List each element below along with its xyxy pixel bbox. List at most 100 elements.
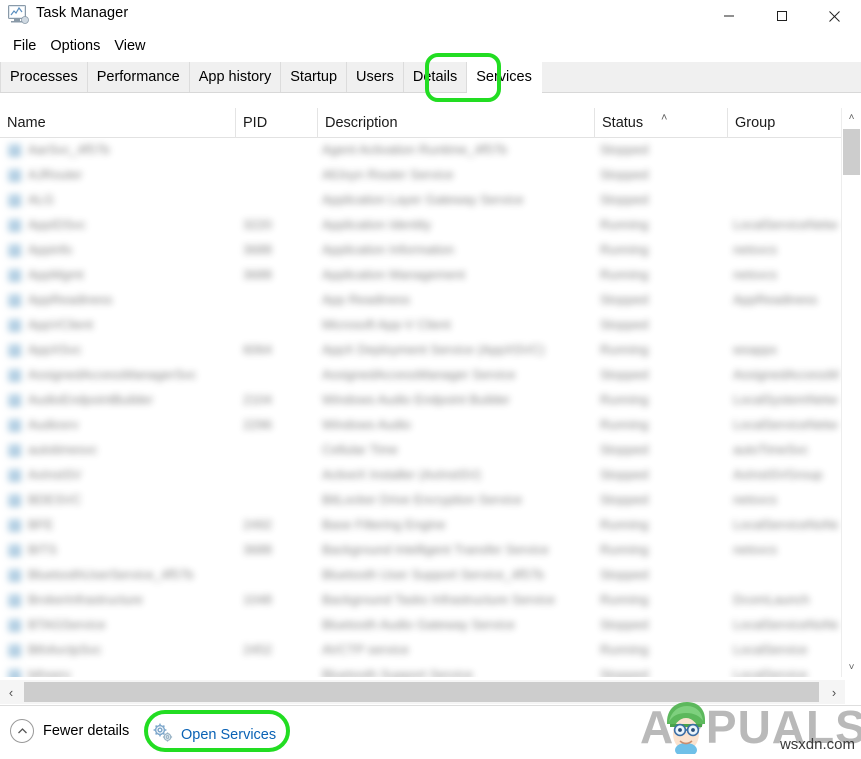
table-row[interactable]: Appinfo 3688 Application Information Runnin… xyxy=(0,238,841,263)
table-row[interactable]: AssignedAccessManagerSvc AssignedAccessMa… xyxy=(0,363,841,388)
cell-pid: 3688 xyxy=(243,267,272,282)
cell-description: Windows Audio Endpoint Builder xyxy=(322,392,510,407)
table-row[interactable]: BFE 2492 Base Filtering Engine Running Local… xyxy=(0,513,841,538)
minimize-button[interactable] xyxy=(702,0,755,32)
cell-description: Microsoft App-V Client xyxy=(322,317,451,332)
cell-name: BTAGService xyxy=(28,617,106,632)
tab-users[interactable]: Users xyxy=(347,62,404,92)
cell-status: Stopped xyxy=(600,167,649,182)
cell-group: AssignedAccessManagerSvc xyxy=(733,367,838,382)
cell-status: Stopped xyxy=(600,292,649,307)
cell-description: Bluetooth Audio Gateway Service xyxy=(322,617,515,632)
services-list[interactable]: AarSvc_4f57b Agent Activation Runtime_4f5… xyxy=(0,138,841,677)
service-icon xyxy=(8,194,21,207)
gears-icon xyxy=(152,722,174,748)
cell-name: Appinfo xyxy=(28,242,73,257)
cell-pid: 6064 xyxy=(243,342,272,357)
cell-pid: 2492 xyxy=(243,517,272,532)
column-header-pid[interactable]: PID xyxy=(236,108,318,138)
table-row[interactable]: BITS 3688 Background Intelligent Transfer … xyxy=(0,538,841,563)
table-row[interactable]: AarSvc_4f57b Agent Activation Runtime_4f5… xyxy=(0,138,841,163)
status-bar: Fewer details Open Services xyxy=(0,705,861,755)
table-row[interactable]: AppMgmt 3688 Application Management Running… xyxy=(0,263,841,288)
scroll-up-arrow-icon[interactable]: ˄ xyxy=(842,108,861,127)
cell-description: AVCTP service xyxy=(322,642,409,657)
cell-description: AllJoyn Router Service xyxy=(322,167,454,182)
tab-details[interactable]: Details xyxy=(403,62,468,92)
open-services-label: Open Services xyxy=(181,727,277,743)
table-row[interactable]: autotimesvc Cellular Time Stopped autoTimeS… xyxy=(0,438,841,463)
table-row[interactable]: AudioEndpointBuilder 2104 Windows Audio En… xyxy=(0,388,841,413)
tab-startup[interactable]: Startup xyxy=(281,62,348,92)
column-header-group-label: Group xyxy=(735,115,776,131)
table-row[interactable]: BluetoothUserService_4f57b Bluetooth User… xyxy=(0,563,841,588)
cell-name: BDESVC xyxy=(28,492,82,507)
table-row[interactable]: BrokerInfrastructure 1048 Background Tasks… xyxy=(0,588,841,613)
cell-name: AarSvc_4f57b xyxy=(28,142,110,157)
cell-pid: 1048 xyxy=(243,592,272,607)
table-row[interactable]: AppXSvc 6064 AppX Deployment Service (AppX… xyxy=(0,338,841,363)
maximize-button[interactable] xyxy=(755,0,808,32)
tab-strip: Processes Performance App history Startu… xyxy=(0,62,861,93)
service-icon xyxy=(8,294,21,307)
cell-name: BITS xyxy=(28,542,57,557)
cell-status: Stopped xyxy=(600,367,649,382)
cell-description: App Readiness xyxy=(322,292,411,307)
table-row[interactable]: BthAvctpSvc 2452 AVCTP service Running Local… xyxy=(0,638,841,663)
table-row[interactable]: AppVClient Microsoft App-V Client Stopped xyxy=(0,313,841,338)
cell-group: DcomLaunch xyxy=(733,592,810,607)
tab-performance[interactable]: Performance xyxy=(87,62,190,92)
column-header-description[interactable]: Description xyxy=(318,108,595,138)
cell-description: Windows Audio xyxy=(322,417,411,432)
window-title: Task Manager xyxy=(36,5,129,21)
cell-name: AxInstSV xyxy=(28,467,82,482)
open-services-link[interactable]: Open Services xyxy=(152,722,276,748)
scroll-left-arrow-icon[interactable]: ‹ xyxy=(0,680,22,704)
table-row[interactable]: bthserv Bluetooth Support Service Stopped L… xyxy=(0,663,841,677)
table-row[interactable]: Audiosrv 2296 Windows Audio Running LocalSer… xyxy=(0,413,841,438)
service-icon xyxy=(8,344,21,357)
cell-pid: 2296 xyxy=(243,417,272,432)
fewer-details-button[interactable]: Fewer details xyxy=(10,719,129,743)
cell-group: LocalServiceNetworkRestricted xyxy=(733,217,838,232)
vertical-scrollbar[interactable]: ˄ ˅ xyxy=(841,108,861,677)
tab-processes[interactable]: Processes xyxy=(0,62,88,92)
cell-description: Application Layer Gateway Service xyxy=(322,192,524,207)
menu-item-options[interactable]: Options xyxy=(43,36,107,56)
cell-description: Bluetooth Support Service xyxy=(322,667,474,677)
table-row[interactable]: AxInstSV ActiveX Installer (AxInstSV) Stop… xyxy=(0,463,841,488)
cell-group: LocalService xyxy=(733,642,808,657)
column-header-pid-label: PID xyxy=(243,115,268,131)
cell-name: AppMgmt xyxy=(28,267,84,282)
cell-name: AssignedAccessManagerSvc xyxy=(28,367,197,382)
tab-services[interactable]: Services xyxy=(467,62,542,93)
close-button[interactable] xyxy=(808,0,861,32)
column-header-status[interactable]: Status ˄ xyxy=(595,108,728,138)
scroll-down-arrow-icon[interactable]: ˅ xyxy=(842,658,861,677)
horizontal-scrollbar[interactable]: ‹ › xyxy=(0,680,845,704)
cell-group: wsappx xyxy=(733,342,778,357)
service-icon xyxy=(8,669,21,677)
cell-status: Running xyxy=(600,392,649,407)
menu-item-file[interactable]: File xyxy=(6,36,43,56)
vertical-scrollbar-thumb[interactable] xyxy=(843,129,860,175)
column-header-group[interactable]: Group xyxy=(728,108,841,138)
menu-item-view[interactable]: View xyxy=(107,36,152,56)
horizontal-scrollbar-thumb[interactable] xyxy=(24,682,819,702)
column-header-name[interactable]: Name xyxy=(0,108,236,138)
scroll-right-arrow-icon[interactable]: › xyxy=(823,680,845,704)
cell-group: autoTimeSvc xyxy=(733,442,809,457)
cell-group: netsvcs xyxy=(733,492,778,507)
cell-status: Running xyxy=(600,217,649,232)
table-row[interactable]: ALG Application Layer Gateway Service Stop… xyxy=(0,188,841,213)
table-row[interactable]: AJRouter AllJoyn Router Service Stopped xyxy=(0,163,841,188)
table-row[interactable]: BTAGService Bluetooth Audio Gateway Servi… xyxy=(0,613,841,638)
table-row[interactable]: AppReadiness App Readiness Stopped AppReadi… xyxy=(0,288,841,313)
tab-app-history[interactable]: App history xyxy=(189,62,282,92)
cell-name: ALG xyxy=(28,192,55,207)
cell-status: Stopped xyxy=(600,317,649,332)
cell-name: AppIDSvc xyxy=(28,217,86,232)
table-row[interactable]: BDESVC BitLocker Drive Encryption Service… xyxy=(0,488,841,513)
table-row[interactable]: AppIDSvc 3220 Application Identity Running L… xyxy=(0,213,841,238)
cell-pid: 3688 xyxy=(243,242,272,257)
